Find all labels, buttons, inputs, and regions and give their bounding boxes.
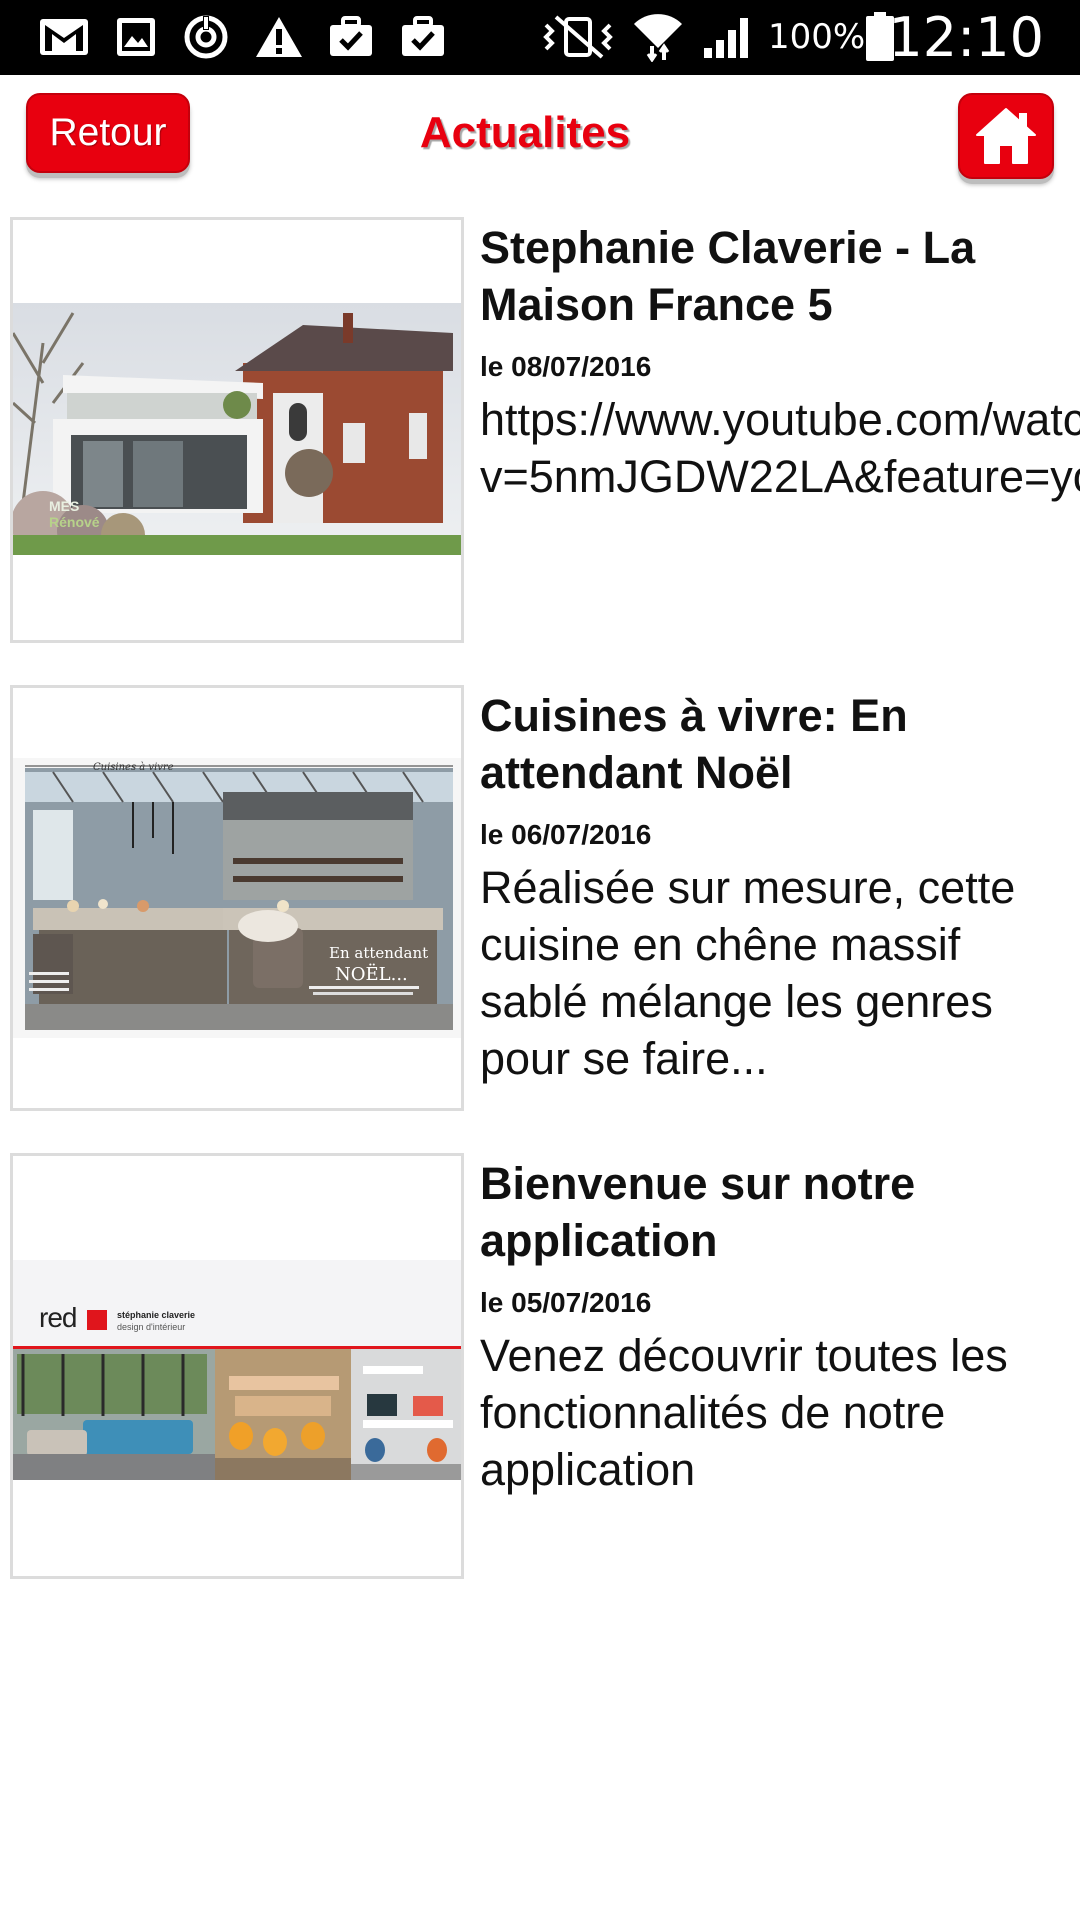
alert-icon [254,14,304,60]
page-title: Actualites [419,108,631,157]
news-date: le 08/07/2016 [480,351,652,382]
news-description: v=5nmJGDW22LA&feature=youtu.be [480,451,1080,502]
wifi-icon [630,14,686,62]
image-icon [114,14,158,60]
brand-tagline: design d'intérieur [117,1322,186,1332]
home-button[interactable] [958,93,1054,179]
brand-logo-square [87,1310,107,1330]
news-text: Bienvenue sur notre application le 05/07… [480,1153,1080,1579]
briefcase-check-icon [328,14,374,60]
news-text: Cuisines à vivre: En attendant Noël le 0… [480,685,1080,1111]
svg-text:NOËL...: NOËL... [335,962,408,985]
vibrate-icon [542,14,614,60]
sync-icon [182,14,230,60]
news-description: Venez découvrir toutes les fonctionnalit… [480,1330,1008,1495]
list-item[interactable]: MES Rénové Stephanie Claverie - La Maiso… [0,217,1080,643]
news-title: Stephanie Claverie - La Maison France 5 [480,222,976,330]
list-item[interactable]: Cuisines à vivre En attendant NOËL... Cu… [0,685,1080,1111]
news-description: https://www.youtube.com/watch? [480,394,1080,445]
back-button[interactable]: Retour [26,93,190,173]
clock: 12:10 [888,6,1044,69]
signal-icon [702,14,754,60]
battery-percent: 100% [768,17,866,57]
svg-text:MES: MES [49,498,79,514]
home-icon [976,108,1036,164]
brand-banner: red stéphanie claverie design d'intérieu… [13,1260,461,1346]
news-title: Cuisines à vivre: En attendant Noël [480,690,908,798]
news-title: Bienvenue sur notre application [480,1158,916,1266]
brand-name: stéphanie claverie [117,1310,196,1320]
briefcase-check-icon [400,14,446,60]
svg-text:Cuisines à vivre: Cuisines à vivre [93,762,174,773]
status-bar: 100% 12:10 [0,0,1080,75]
news-thumbnail: red stéphanie claverie design d'intérieu… [10,1153,464,1579]
gmail-icon [38,14,90,60]
news-date: le 06/07/2016 [480,819,652,850]
news-thumbnail: Cuisines à vivre En attendant NOËL... [10,685,464,1111]
brand-logo: red [39,1302,77,1333]
svg-text:Rénové: Rénové [49,514,100,530]
app-header: Retour Actualites [0,75,1080,195]
svg-text:En attendant: En attendant [329,944,428,962]
news-description: Réalisée sur mesure, cette cuisine en ch… [480,862,1016,1084]
list-item[interactable]: red stéphanie claverie design d'intérieu… [0,1153,1080,1579]
news-date: le 05/07/2016 [480,1287,652,1318]
news-thumbnail: MES Rénové [10,217,464,643]
news-text: Stephanie Claverie - La Maison France 5 … [480,217,1080,643]
